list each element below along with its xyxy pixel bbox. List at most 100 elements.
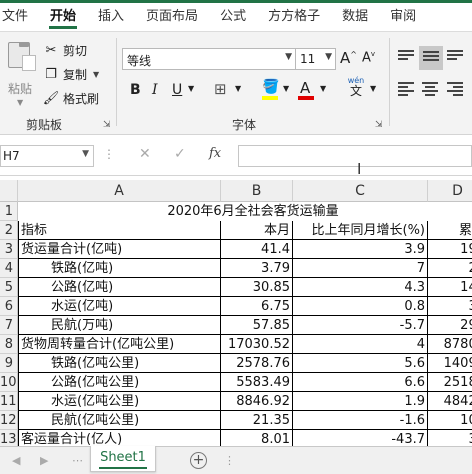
dialog-launcher-icon[interactable]: ⇲ <box>375 120 383 130</box>
table-cell-a[interactable]: 货运量合计(亿吨) <box>18 240 221 259</box>
prev-sheet-icon[interactable]: ◀ <box>12 454 20 467</box>
row-header[interactable]: 4 <box>0 259 18 278</box>
align-top-icon[interactable] <box>398 50 414 64</box>
table-cell-c[interactable]: -5.7 <box>293 316 428 335</box>
sheet-tab-sheet1[interactable]: Sheet1 <box>90 446 156 472</box>
row-header[interactable]: 6 <box>0 297 18 316</box>
font-family-select[interactable]: 等线 ▼ <box>122 48 296 70</box>
row-header[interactable]: 11 <box>0 392 18 411</box>
column-header-a[interactable]: A <box>18 180 221 202</box>
underline-button[interactable]: U <box>172 82 182 98</box>
chevron-down-icon[interactable]: ▼ <box>82 149 89 159</box>
table-title-cell[interactable]: 2020年6月全社会客货运输量 <box>18 202 472 221</box>
table-cell-d[interactable]: 142 <box>428 278 472 297</box>
table-cell-d[interactable]: 48422 <box>428 392 472 411</box>
align-right-icon[interactable] <box>447 82 463 96</box>
paste-button[interactable]: 粘贴 ▼ <box>4 40 36 110</box>
more-options-icon[interactable]: ⋮ <box>103 147 115 161</box>
table-cell-c[interactable]: 5.6 <box>293 354 428 373</box>
table-cell-d[interactable]: 累计 <box>428 221 472 240</box>
row-header[interactable]: 10 <box>0 373 18 392</box>
table-cell-d[interactable]: 25185 <box>428 373 472 392</box>
cut-button[interactable]: ✂ 剪切 <box>42 40 87 60</box>
fill-color-icon[interactable]: 🪣 <box>262 79 279 95</box>
table-cell-b[interactable]: 21.35 <box>221 411 293 430</box>
align-bottom-icon[interactable] <box>447 50 463 64</box>
formula-input[interactable] <box>238 145 472 167</box>
chevron-down-icon[interactable]: ▼ <box>320 84 326 93</box>
table-cell-c[interactable]: 6.6 <box>293 373 428 392</box>
chevron-down-icon[interactable]: ▼ <box>188 84 194 93</box>
table-cell-c[interactable]: 比上年同月增长(%) <box>293 221 428 240</box>
next-sheet-icon[interactable]: ▶ <box>40 454 48 467</box>
column-header-d[interactable]: D <box>428 180 472 202</box>
table-cell-b[interactable]: 30.85 <box>221 278 293 297</box>
column-header-c[interactable]: C <box>293 180 428 202</box>
table-cell-a[interactable]: 指标 <box>18 221 221 240</box>
add-sheet-icon[interactable]: + <box>190 452 207 469</box>
tab-insert[interactable]: 插入 <box>87 3 135 31</box>
table-cell-d[interactable]: 198 <box>428 240 472 259</box>
table-cell-d[interactable]: 34 <box>428 297 472 316</box>
name-box[interactable]: H7 ▼ <box>0 145 94 167</box>
tab-formulas[interactable]: 公式 <box>209 3 257 31</box>
align-middle-icon[interactable] <box>419 46 443 70</box>
table-cell-d[interactable]: 14093 <box>428 354 472 373</box>
table-cell-d[interactable]: 21 <box>428 259 472 278</box>
row-header[interactable]: 2 <box>0 221 18 240</box>
chevron-down-icon[interactable]: ▼ <box>370 84 376 93</box>
chevron-down-icon[interactable]: ▼ <box>93 70 99 79</box>
italic-button[interactable]: I <box>152 82 158 98</box>
table-cell-c[interactable]: -1.6 <box>293 411 428 430</box>
column-header-b[interactable]: B <box>221 180 293 202</box>
tab-data[interactable]: 数据 <box>331 3 379 31</box>
dialog-launcher-icon[interactable]: ⇲ <box>103 120 111 130</box>
table-cell-b[interactable]: 17030.52 <box>221 335 293 354</box>
table-cell-d[interactable]: 39 <box>428 430 472 446</box>
table-cell-a[interactable]: 客运量合计(亿人) <box>18 430 221 446</box>
shrink-font-icon[interactable]: Av <box>362 50 375 65</box>
table-cell-a[interactable]: 民航(万吨) <box>18 316 221 335</box>
table-cell-a[interactable]: 铁路(亿吨公里) <box>18 354 221 373</box>
cancel-icon[interactable]: ✕ <box>139 146 151 162</box>
row-header[interactable]: 13 <box>0 430 18 446</box>
table-cell-b[interactable]: 2578.76 <box>221 354 293 373</box>
phonetic-guide-icon[interactable]: wén 文 <box>346 76 366 97</box>
table-cell-c[interactable]: 1.9 <box>293 392 428 411</box>
row-header[interactable]: 8 <box>0 335 18 354</box>
table-cell-d[interactable]: 108 <box>428 411 472 430</box>
table-cell-c[interactable]: 3.9 <box>293 240 428 259</box>
row-header[interactable]: 7 <box>0 316 18 335</box>
chevron-down-icon[interactable]: ▼ <box>17 98 23 107</box>
table-cell-b[interactable]: 3.79 <box>221 259 293 278</box>
select-all-corner[interactable] <box>0 180 18 202</box>
tab-page-layout[interactable]: 页面布局 <box>135 3 209 31</box>
tab-file[interactable]: 文件 <box>0 3 39 31</box>
row-header[interactable]: 3 <box>0 240 18 259</box>
row-header[interactable]: 9 <box>0 354 18 373</box>
table-cell-b[interactable]: 5583.49 <box>221 373 293 392</box>
grow-font-icon[interactable]: A^ <box>340 49 357 67</box>
table-cell-c[interactable]: 4.3 <box>293 278 428 297</box>
table-cell-c[interactable]: 0.8 <box>293 297 428 316</box>
more-sheets-icon[interactable]: ⋯ <box>72 454 83 467</box>
table-cell-d[interactable]: 87805 <box>428 335 472 354</box>
bold-button[interactable]: B <box>130 82 141 98</box>
table-cell-c[interactable]: -43.7 <box>293 430 428 446</box>
insert-function-icon[interactable]: fx <box>209 146 221 161</box>
table-cell-a[interactable]: 货物周转量合计(亿吨公里) <box>18 335 221 354</box>
table-cell-b[interactable]: 41.4 <box>221 240 293 259</box>
row-header[interactable]: 5 <box>0 278 18 297</box>
table-cell-c[interactable]: 4 <box>293 335 428 354</box>
spreadsheet-grid[interactable]: A B C D 1 2020年6月全社会客货运输量 2 指标 本月 比上年同月增长(%) 累… <box>0 180 472 446</box>
copy-button[interactable]: ❐ 复制 ▼ <box>42 64 99 84</box>
row-header[interactable]: 1 <box>0 202 18 221</box>
format-painter-button[interactable]: 🖌 格式刷 <box>42 88 99 108</box>
align-left-icon[interactable] <box>398 82 414 96</box>
chevron-down-icon[interactable]: ▼ <box>235 84 241 93</box>
table-cell-a[interactable]: 民航(亿吨公里) <box>18 411 221 430</box>
table-cell-b[interactable]: 6.75 <box>221 297 293 316</box>
enter-icon[interactable]: ✓ <box>174 146 186 162</box>
table-cell-a[interactable]: 公路(亿吨) <box>18 278 221 297</box>
table-cell-b[interactable]: 8.01 <box>221 430 293 446</box>
